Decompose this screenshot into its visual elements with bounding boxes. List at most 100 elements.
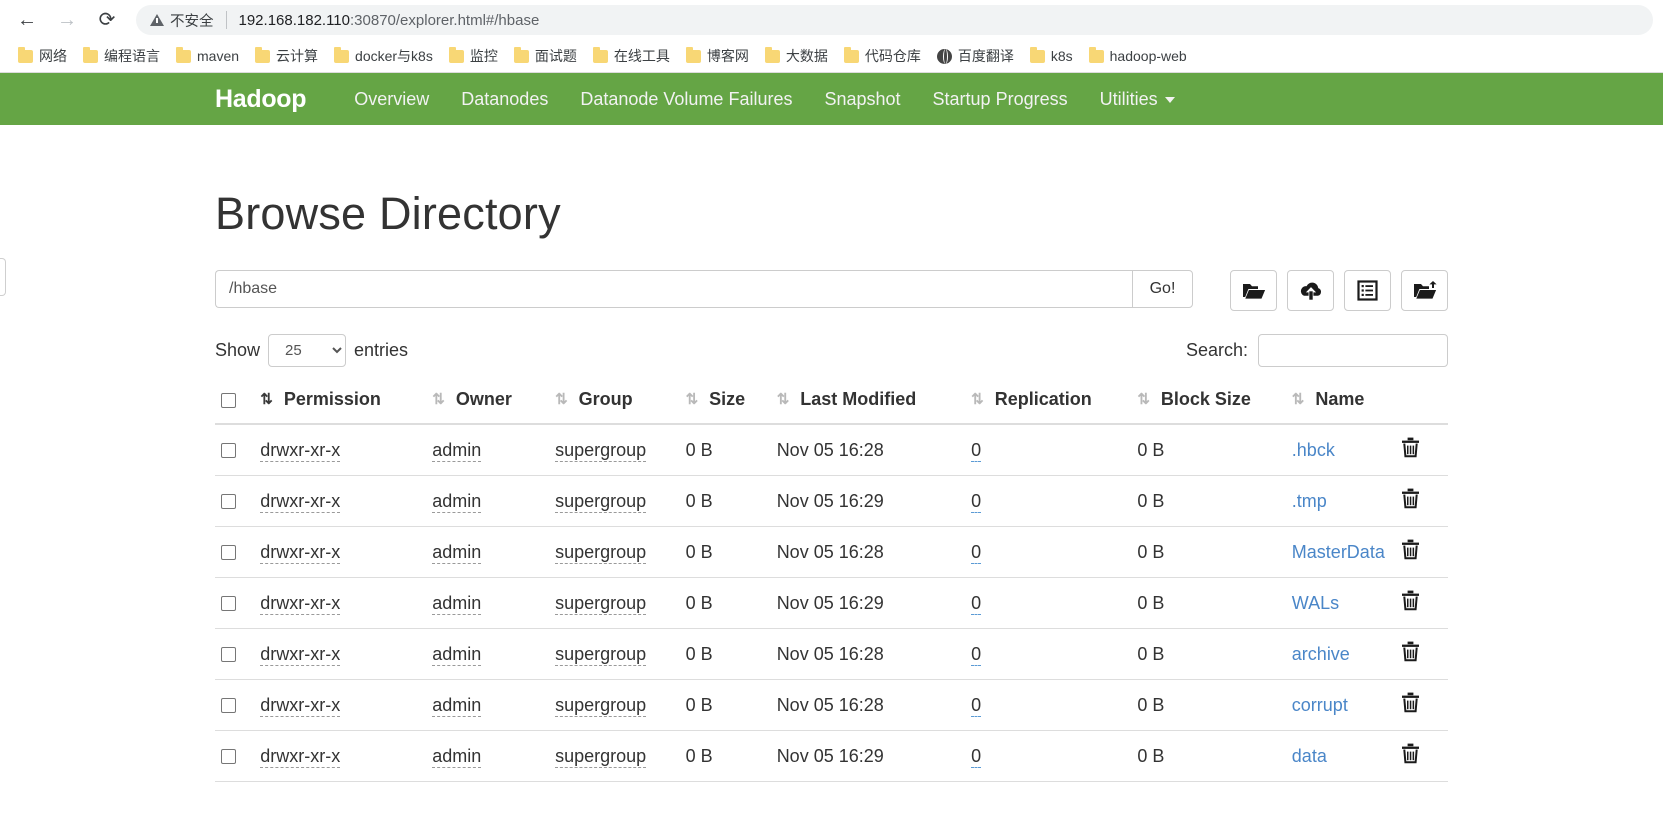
column-name[interactable]: ⇅ Name <box>1285 380 1391 425</box>
sort-icon-owner[interactable]: ⇅ <box>432 390 444 408</box>
row-checkbox[interactable] <box>221 596 236 612</box>
delete-button[interactable] <box>1401 437 1420 463</box>
upload-button[interactable] <box>1287 270 1334 311</box>
sort-icon-name[interactable]: ⇅ <box>1292 390 1304 408</box>
row-checkbox[interactable] <box>221 545 236 561</box>
delete-button[interactable] <box>1401 743 1420 769</box>
bookmark-item[interactable]: 在线工具 <box>585 43 678 69</box>
bookmark-item[interactable]: hadoop-web <box>1081 45 1195 67</box>
nav-item-overview[interactable]: Overview <box>338 89 445 110</box>
bookmark-item[interactable]: 代码仓库 <box>836 43 929 69</box>
group-link[interactable]: supergroup <box>555 439 647 462</box>
forward-icon[interactable]: → <box>50 3 84 37</box>
permission-link[interactable]: drwxr-xr-x <box>260 490 341 513</box>
owner-link[interactable]: admin <box>432 439 482 462</box>
owner-link[interactable]: admin <box>432 694 482 717</box>
column-permission[interactable]: ⇅ Permission <box>254 380 427 425</box>
row-checkbox[interactable] <box>221 647 236 663</box>
address-bar[interactable]: 不安全 192.168.182.110:30870/explorer.html#… <box>136 5 1653 35</box>
owner-link[interactable]: admin <box>432 745 482 768</box>
bookmark-item[interactable]: 博客网 <box>678 43 757 69</box>
brand-hadoop[interactable]: Hadoop <box>215 85 338 114</box>
owner-link[interactable]: admin <box>432 643 482 666</box>
delete-button[interactable] <box>1401 590 1420 616</box>
file-name-link[interactable]: data <box>1292 746 1327 766</box>
replication-link[interactable]: 0 <box>971 592 982 615</box>
replication-link[interactable]: 0 <box>971 490 982 513</box>
sort-icon-permission[interactable]: ⇅ <box>260 390 272 408</box>
permission-link[interactable]: drwxr-xr-x <box>260 745 341 768</box>
nav-item-snapshot[interactable]: Snapshot <box>808 89 916 110</box>
directory-path-input[interactable] <box>215 270 1132 308</box>
replication-link[interactable]: 0 <box>971 694 982 717</box>
bookmark-item[interactable]: 面试题 <box>506 43 585 69</box>
bookmark-item[interactable]: 监控 <box>441 43 506 69</box>
bookmark-item[interactable]: 大数据 <box>757 43 836 69</box>
file-name-link[interactable]: corrupt <box>1292 695 1348 715</box>
bookmark-item[interactable]: 编程语言 <box>75 43 168 69</box>
permission-link[interactable]: drwxr-xr-x <box>260 541 341 564</box>
delete-button[interactable] <box>1401 539 1420 565</box>
select-all-checkbox[interactable] <box>221 392 236 408</box>
column-owner[interactable]: ⇅ Owner <box>426 380 550 425</box>
column-group[interactable]: ⇅ Group <box>549 380 680 425</box>
file-name-link[interactable]: .tmp <box>1292 491 1327 511</box>
owner-link[interactable]: admin <box>432 541 482 564</box>
nav-item-utilities[interactable]: Utilities <box>1084 89 1191 110</box>
replication-link[interactable]: 0 <box>971 643 982 666</box>
permission-link[interactable]: drwxr-xr-x <box>260 439 341 462</box>
file-name-link[interactable]: archive <box>1292 644 1350 664</box>
nav-item-datanode-volume-failures[interactable]: Datanode Volume Failures <box>564 89 808 110</box>
permission-link[interactable]: drwxr-xr-x <box>260 694 341 717</box>
owner-link[interactable]: admin <box>432 592 482 615</box>
permission-link[interactable]: drwxr-xr-x <box>260 592 341 615</box>
replication-link[interactable]: 0 <box>971 541 982 564</box>
replication-link[interactable]: 0 <box>971 439 982 462</box>
replication-link[interactable]: 0 <box>971 745 982 768</box>
sort-icon-group[interactable]: ⇅ <box>555 390 567 408</box>
file-name-link[interactable]: .hbck <box>1292 440 1335 460</box>
delete-button[interactable] <box>1401 488 1420 514</box>
create-directory-button[interactable] <box>1401 270 1448 311</box>
row-checkbox[interactable] <box>221 494 236 510</box>
nav-item-datanodes[interactable]: Datanodes <box>445 89 564 110</box>
delete-button[interactable] <box>1401 641 1420 667</box>
row-checkbox[interactable] <box>221 698 236 714</box>
bookmark-item[interactable]: k8s <box>1022 45 1081 67</box>
sort-icon-replication[interactable]: ⇅ <box>971 390 983 408</box>
bookmark-item[interactable]: 百度翻译 <box>929 43 1022 69</box>
group-link[interactable]: supergroup <box>555 745 647 768</box>
delete-button[interactable] <box>1401 692 1420 718</box>
sort-icon-block-size[interactable]: ⇅ <box>1137 390 1149 408</box>
column-last-modified[interactable]: ⇅ Last Modified <box>770 380 966 425</box>
column-replication[interactable]: ⇅ Replication <box>965 380 1132 425</box>
column-block-size[interactable]: ⇅ Block Size <box>1131 380 1286 425</box>
owner-link[interactable]: admin <box>432 490 482 513</box>
group-link[interactable]: supergroup <box>555 490 647 513</box>
file-name-link[interactable]: MasterData <box>1292 542 1385 562</box>
sort-icon-size[interactable]: ⇅ <box>686 390 698 408</box>
bookmark-item[interactable]: docker与k8s <box>326 43 441 69</box>
group-link[interactable]: supergroup <box>555 643 647 666</box>
file-name-link[interactable]: WALs <box>1292 593 1339 613</box>
go-button[interactable]: Go! <box>1132 270 1193 308</box>
reload-icon[interactable]: ⟳ <box>90 3 124 37</box>
group-link[interactable]: supergroup <box>555 541 647 564</box>
search-input[interactable] <box>1258 334 1448 367</box>
nav-item-startup-progress[interactable]: Startup Progress <box>917 89 1084 110</box>
sort-icon-last-modified[interactable]: ⇅ <box>777 390 789 408</box>
snapshot-list-button[interactable] <box>1344 270 1391 311</box>
bookmark-item[interactable]: 云计算 <box>247 43 326 69</box>
permission-link[interactable]: drwxr-xr-x <box>260 643 341 666</box>
group-link[interactable]: supergroup <box>555 592 647 615</box>
group-link[interactable]: supergroup <box>555 694 647 717</box>
page-length-select[interactable]: 2550100 <box>268 334 347 367</box>
browse-folder-button[interactable] <box>1230 270 1277 311</box>
row-checkbox[interactable] <box>221 749 236 765</box>
bookmark-item[interactable]: 网络 <box>10 43 75 69</box>
column-size[interactable]: ⇅ Size <box>679 380 771 425</box>
row-checkbox[interactable] <box>221 443 236 459</box>
security-status[interactable]: 不安全 <box>150 10 214 31</box>
back-icon[interactable]: ← <box>10 3 44 37</box>
bookmark-item[interactable]: maven <box>168 45 247 67</box>
